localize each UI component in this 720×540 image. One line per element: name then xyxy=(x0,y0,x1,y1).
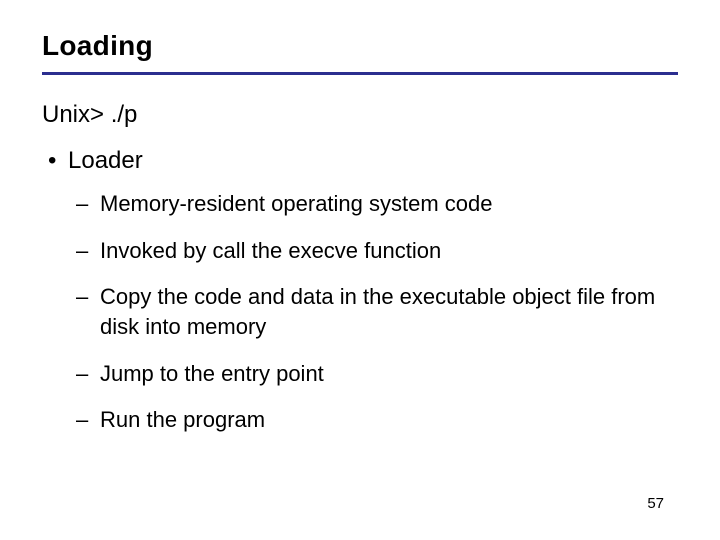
list-item: Run the program xyxy=(100,405,678,435)
bullet-marker: • xyxy=(48,147,68,175)
title-rule xyxy=(42,72,678,75)
bullet-loader: •Loader xyxy=(42,147,678,175)
slide: Loading Unix> ./p •Loader Memory-residen… xyxy=(0,0,720,435)
page-number: 57 xyxy=(647,495,664,512)
list-item: Memory-resident operating system code xyxy=(100,189,678,219)
list-item: Copy the code and data in the executable… xyxy=(100,282,678,341)
slide-title: Loading xyxy=(42,30,678,62)
list-item: Jump to the entry point xyxy=(100,359,678,389)
bullet-label: Loader xyxy=(68,147,143,174)
loader-sublist: Memory-resident operating system code In… xyxy=(42,189,678,435)
command-line: Unix> ./p xyxy=(42,101,678,129)
list-item: Invoked by call the execve function xyxy=(100,236,678,266)
